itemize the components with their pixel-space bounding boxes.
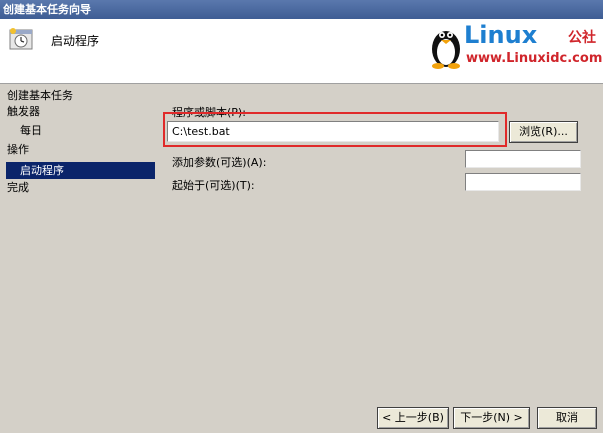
nav-item-action[interactable]: 操作 [7, 142, 29, 158]
start-in-input[interactable] [465, 173, 581, 191]
nav-item-start-program[interactable]: 启动程序 [6, 162, 155, 179]
tux-penguin-icon [432, 31, 460, 69]
args-label: 添加参数(可选)(A): [172, 156, 267, 169]
watermark-url: www.Linuxidc.com [466, 51, 603, 66]
args-input[interactable] [465, 150, 581, 168]
task-clock-icon [8, 27, 36, 51]
start-in-label: 起始于(可选)(T): [172, 179, 255, 192]
browse-button[interactable]: 浏览(R)... [509, 121, 578, 143]
nav-item-trigger[interactable]: 触发器 [7, 104, 40, 120]
watermark-brand: Linux [464, 21, 538, 49]
page-title: 启动程序 [51, 34, 100, 48]
back-button[interactable]: < 上一步(B) [377, 407, 449, 429]
nav-item-daily[interactable]: 每日 [20, 123, 42, 139]
cancel-button[interactable]: 取消 [537, 407, 597, 429]
program-input[interactable] [167, 121, 499, 142]
watermark-brand-cn: 公社 [568, 30, 596, 46]
watermark-logo: Linux 公社 www.Linuxidc.com [428, 19, 603, 81]
header-panel: 启动程序 Linux 公社 www.Linuxidc.com [0, 19, 603, 84]
window-title: 创建基本任务向导 [0, 0, 603, 19]
nav-item-finish[interactable]: 完成 [7, 180, 29, 196]
next-button[interactable]: 下一步(N) > [453, 407, 530, 429]
nav-section-title: 创建基本任务 [7, 89, 73, 102]
